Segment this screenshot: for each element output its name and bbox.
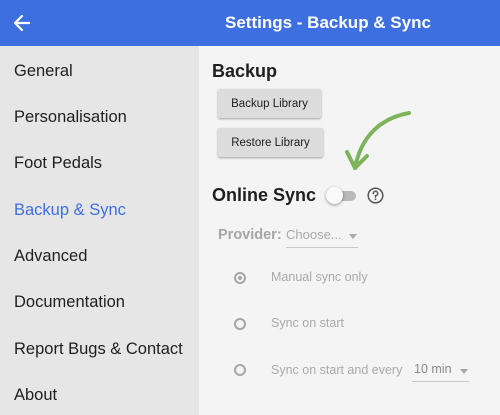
provider-select-value: Choose... — [286, 227, 342, 242]
sidebar-item-general[interactable]: General — [14, 62, 73, 81]
sidebar: General Personalisation Foot Pedals Back… — [0, 46, 199, 415]
backup-heading: Backup — [212, 61, 278, 81]
chevron-down-icon — [460, 369, 468, 374]
backup-library-button[interactable]: Backup Library — [218, 89, 321, 118]
sidebar-item-documentation[interactable]: Documentation — [14, 293, 125, 312]
radio-selected-dot — [238, 276, 242, 280]
provider-label: Provider: — [218, 227, 282, 243]
app-bar: Settings - Backup & Sync — [0, 0, 500, 46]
online-sync-toggle[interactable] — [326, 187, 356, 204]
provider-select[interactable]: Choose... — [286, 227, 358, 248]
green-curved-arrow-icon — [345, 111, 411, 170]
radio-sync-on-start-label: Sync on start — [271, 316, 344, 330]
sidebar-item-about[interactable]: About — [14, 386, 57, 405]
sidebar-item-personalisation[interactable]: Personalisation — [14, 108, 127, 127]
chevron-down-icon — [349, 234, 357, 239]
restore-library-button[interactable]: Restore Library — [218, 128, 323, 157]
interval-select[interactable]: 10 min — [412, 362, 469, 382]
radio-sync-interval-label: Sync on start and every — [271, 363, 403, 377]
settings-panel: Backup Backup Library Restore Library On… — [199, 46, 500, 415]
arrow-left-icon[interactable] — [12, 13, 32, 33]
page-title: Settings - Backup & Sync — [225, 13, 431, 32]
radio-manual-sync[interactable] — [234, 272, 246, 284]
help-circle-icon[interactable] — [367, 187, 384, 204]
sidebar-item-report-bugs[interactable]: Report Bugs & Contact — [14, 340, 183, 359]
sidebar-item-backup-sync[interactable]: Backup & Sync — [14, 201, 126, 220]
online-sync-heading: Online Sync — [212, 185, 317, 205]
sidebar-item-advanced[interactable]: Advanced — [14, 247, 87, 266]
interval-select-value: 10 min — [414, 362, 452, 376]
sidebar-item-foot-pedals[interactable]: Foot Pedals — [14, 154, 102, 173]
radio-sync-on-start[interactable] — [234, 318, 246, 330]
toggle-thumb — [326, 187, 343, 204]
radio-manual-sync-label: Manual sync only — [271, 270, 368, 284]
radio-sync-interval[interactable] — [234, 364, 246, 376]
